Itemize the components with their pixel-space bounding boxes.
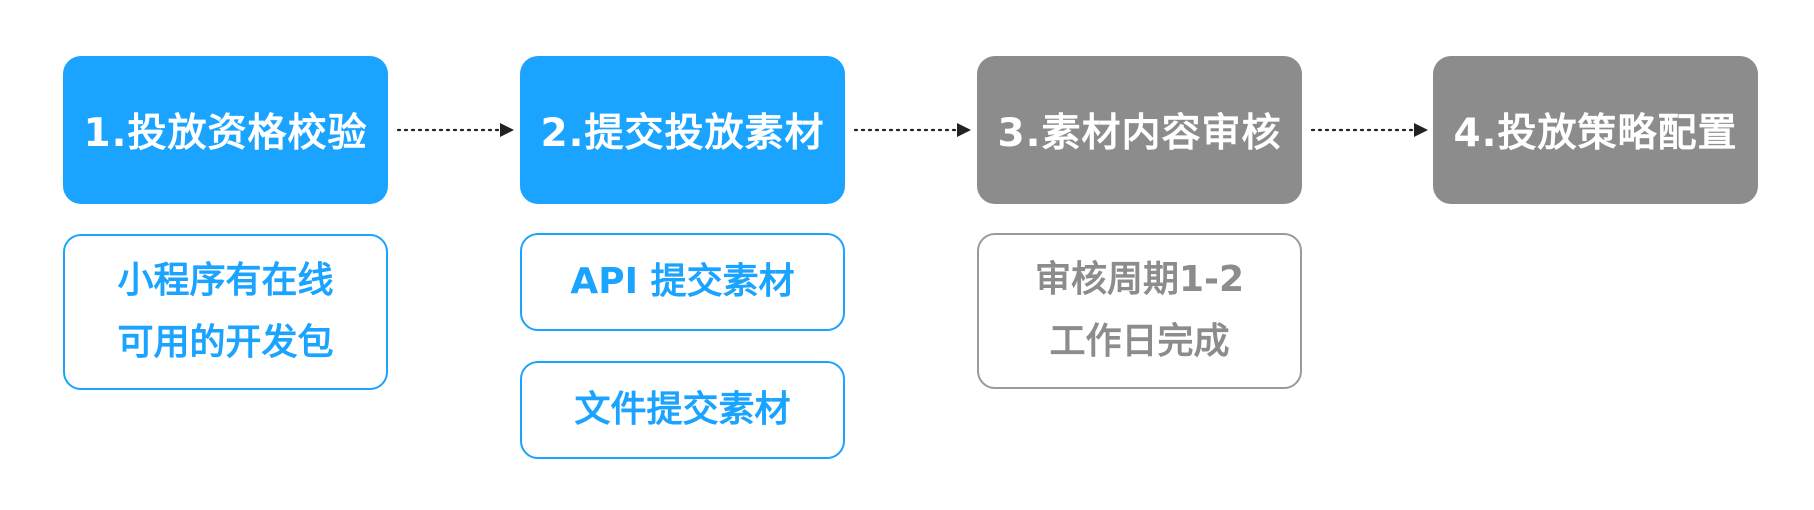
step-4-label: 4.投放策略配置: [1453, 111, 1738, 156]
step-2-note-api-label: API 提交素材: [570, 261, 795, 302]
step-3-box: 3.素材内容审核: [977, 56, 1302, 204]
step-3-note-line2: 工作日完成: [1049, 321, 1230, 362]
step-1-box: 1.投放资格校验: [63, 56, 388, 204]
step-3-note: 审核周期1-2 工作日完成: [977, 233, 1302, 389]
step-2-box: 2.提交投放素材: [520, 56, 845, 204]
arrow-step1-to-step2: [396, 123, 514, 137]
step-1-note-line2: 可用的开发包: [117, 322, 334, 363]
arrow-step2-to-step3: [853, 123, 971, 137]
step-3-label: 3.素材内容审核: [997, 111, 1282, 156]
step-1-label: 1.投放资格校验: [83, 111, 368, 156]
step-2-label: 2.提交投放素材: [540, 111, 825, 156]
step-2-note-api: API 提交素材: [520, 233, 845, 331]
arrow-step3-to-step4: [1310, 123, 1428, 137]
step-4-box: 4.投放策略配置: [1433, 56, 1758, 204]
step-1-note-line1: 小程序有在线: [117, 260, 334, 301]
step-2-note-file: 文件提交素材: [520, 361, 845, 459]
step-1-note: 小程序有在线 可用的开发包: [63, 234, 388, 390]
step-2-note-file-label: 文件提交素材: [574, 389, 791, 430]
step-3-note-line1: 审核周期1-2: [1034, 259, 1245, 300]
